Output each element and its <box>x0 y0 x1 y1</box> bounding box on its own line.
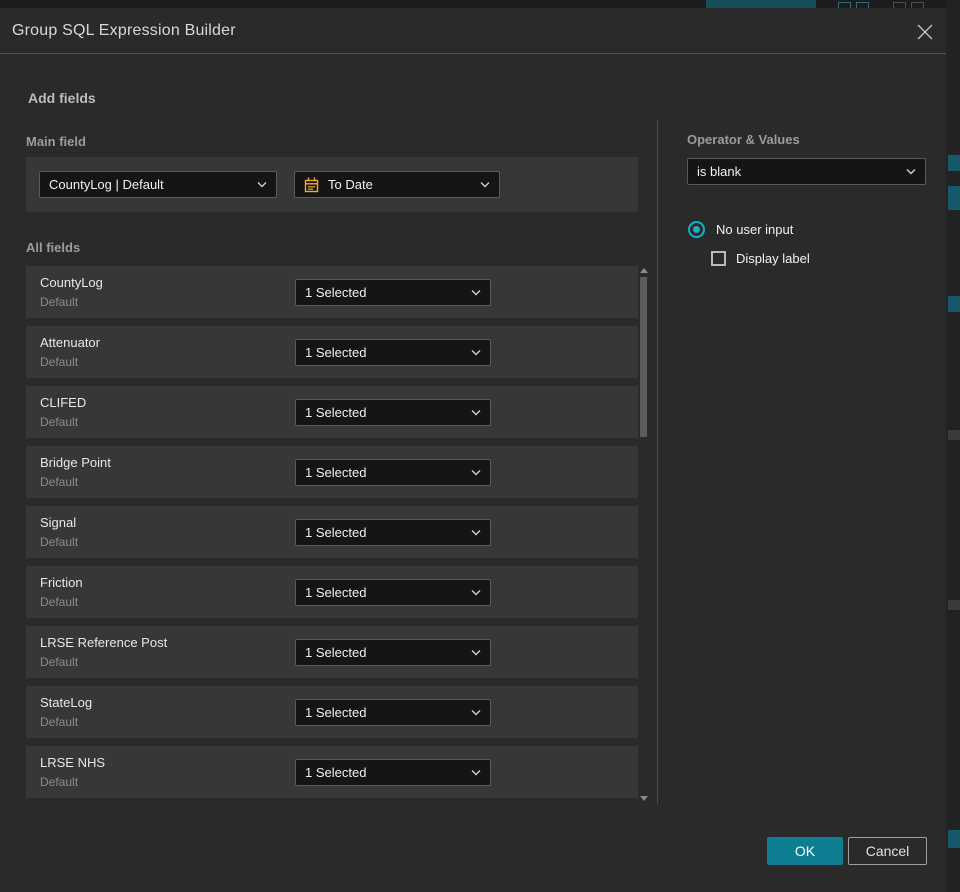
field-name: CLIFED <box>40 395 87 410</box>
field-name: StateLog <box>40 695 93 710</box>
field-row-attenuator: Attenuator Default 1 Selected <box>26 326 638 378</box>
close-icon <box>917 24 933 40</box>
app-background-top: Live view <box>0 0 960 8</box>
field-selection-dropdown[interactable]: 1 Selected <box>295 399 491 426</box>
date-option-dropdown[interactable]: To Date <box>294 171 500 198</box>
main-field-label: Main field <box>26 134 86 149</box>
field-name: Signal <box>40 515 77 530</box>
chevron-down-icon <box>471 589 481 596</box>
chevron-down-icon <box>471 769 481 776</box>
field-layer: Default <box>40 355 79 369</box>
field-name: LRSE Reference Post <box>40 635 168 650</box>
panel-divider <box>657 120 658 804</box>
field-name: Attenuator <box>40 335 100 350</box>
field-layer: Default <box>40 715 79 729</box>
background-fragment <box>948 155 960 171</box>
scrollbar-thumb[interactable] <box>640 277 647 437</box>
scrollbar-down-arrow[interactable] <box>639 794 649 802</box>
selection-count: 1 Selected <box>305 405 367 420</box>
field-layer: Default <box>40 535 79 549</box>
field-layer: Default <box>40 595 79 609</box>
field-name: Bridge Point <box>40 455 111 470</box>
field-selection-dropdown[interactable]: 1 Selected <box>295 699 491 726</box>
field-row-lrse-nhs: LRSE NHS Default 1 Selected <box>26 746 638 798</box>
field-row-bridge-point: Bridge Point Default 1 Selected <box>26 446 638 498</box>
date-option-dropdown-value: To Date <box>328 177 373 192</box>
selection-count: 1 Selected <box>305 645 367 660</box>
field-selection-dropdown[interactable]: 1 Selected <box>295 279 491 306</box>
chevron-down-icon <box>480 181 490 188</box>
dialog-header: Group SQL Expression Builder <box>0 8 946 54</box>
field-name: Friction <box>40 575 83 590</box>
field-layer: Default <box>40 655 79 669</box>
selection-count: 1 Selected <box>305 345 367 360</box>
main-field-panel: CountyLog | Default To Date <box>26 157 638 212</box>
background-fragment <box>948 830 960 848</box>
group-sql-expression-builder-dialog: Group SQL Expression Builder Add fields … <box>0 8 946 892</box>
operator-values-label: Operator & Values <box>687 132 800 147</box>
field-row-friction: Friction Default 1 Selected <box>26 566 638 618</box>
field-name: CountyLog <box>40 275 103 290</box>
chevron-down-icon <box>471 649 481 656</box>
field-row-lrse-reference-post: LRSE Reference Post Default 1 Selected <box>26 626 638 678</box>
chevron-down-icon <box>471 289 481 296</box>
chevron-down-icon <box>471 529 481 536</box>
chevron-down-icon <box>471 469 481 476</box>
live-view-button[interactable]: Live view <box>706 0 816 8</box>
ok-button[interactable]: OK <box>767 837 843 865</box>
background-fragment <box>948 296 960 312</box>
add-fields-heading: Add fields <box>28 90 96 106</box>
background-fragment <box>948 430 960 440</box>
operator-dropdown[interactable]: is blank <box>687 158 926 185</box>
background-fragment <box>948 600 960 610</box>
operator-dropdown-value: is blank <box>697 164 742 179</box>
calendar-icon <box>304 177 319 193</box>
close-button[interactable] <box>912 20 938 44</box>
display-label-label: Display label <box>736 251 810 266</box>
field-selection-dropdown[interactable]: 1 Selected <box>295 579 491 606</box>
field-selection-dropdown[interactable]: 1 Selected <box>295 459 491 486</box>
field-name: LRSE NHS <box>40 755 106 770</box>
selection-count: 1 Selected <box>305 765 367 780</box>
display-label-checkbox[interactable]: Display label <box>711 251 810 266</box>
field-row-countylog: CountyLog Default 1 Selected <box>26 266 638 318</box>
field-row-signal: Signal Default 1 Selected <box>26 506 638 558</box>
chevron-down-icon <box>471 709 481 716</box>
chevron-down-icon <box>906 168 916 175</box>
field-layer: Default <box>40 295 79 309</box>
field-row-statelog: StateLog Default 1 Selected <box>26 686 638 738</box>
no-user-input-label: No user input <box>716 222 794 237</box>
main-field-dropdown-value: CountyLog | Default <box>49 177 164 192</box>
background-fragment <box>948 186 960 210</box>
chevron-down-icon <box>471 409 481 416</box>
field-row-clifed: CLIFED Default 1 Selected <box>26 386 638 438</box>
checkbox-unchecked-icon <box>711 251 726 266</box>
selection-count: 1 Selected <box>305 585 367 600</box>
field-selection-dropdown[interactable]: 1 Selected <box>295 339 491 366</box>
cancel-button[interactable]: Cancel <box>848 837 927 865</box>
field-layer: Default <box>40 415 79 429</box>
app-background-right <box>946 0 960 892</box>
all-fields-label: All fields <box>26 240 81 255</box>
selection-count: 1 Selected <box>305 465 367 480</box>
selection-count: 1 Selected <box>305 525 367 540</box>
field-layer: Default <box>40 775 79 789</box>
field-layer: Default <box>40 475 79 489</box>
field-selection-dropdown[interactable]: 1 Selected <box>295 639 491 666</box>
field-selection-dropdown[interactable]: 1 Selected <box>295 759 491 786</box>
chevron-down-icon <box>257 181 267 188</box>
no-user-input-radio[interactable]: No user input <box>688 221 793 238</box>
main-field-dropdown[interactable]: CountyLog | Default <box>39 171 277 198</box>
scrollbar-up-arrow[interactable] <box>639 266 649 274</box>
chevron-down-icon <box>471 349 481 356</box>
field-selection-dropdown[interactable]: 1 Selected <box>295 519 491 546</box>
dialog-title: Group SQL Expression Builder <box>12 21 236 39</box>
selection-count: 1 Selected <box>305 705 367 720</box>
radio-selected-icon <box>688 221 705 238</box>
selection-count: 1 Selected <box>305 285 367 300</box>
